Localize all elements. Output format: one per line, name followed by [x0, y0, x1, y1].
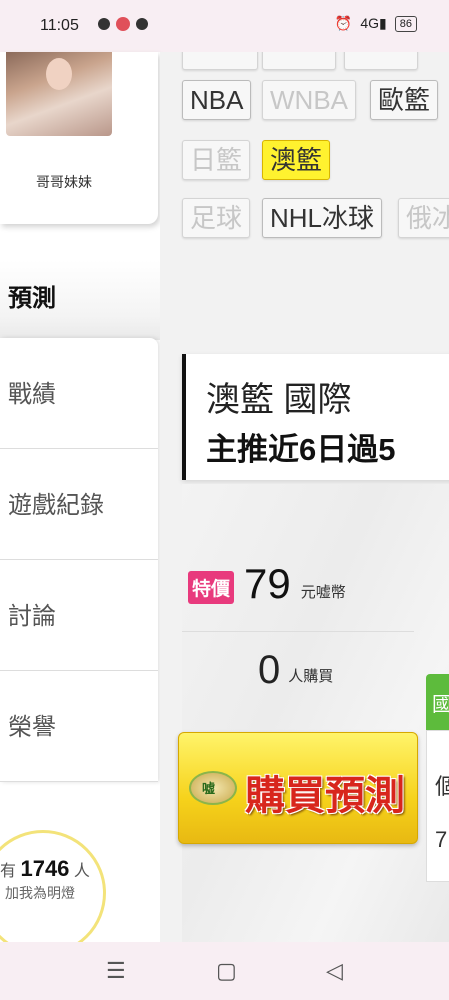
price-value: 79: [244, 560, 291, 607]
system-nav-bar: ☰ ▢ ◁: [0, 942, 449, 1000]
coin-icon: 嘘: [189, 771, 237, 805]
sidebar-item-honors[interactable]: 榮譽: [0, 671, 158, 782]
category-chip-japan-basketball[interactable]: 日籃: [182, 140, 251, 180]
divider: [182, 631, 414, 632]
sidebar-item-label: 遊戲紀錄: [8, 492, 104, 519]
category-chip-hidden[interactable]: [344, 52, 418, 70]
notification-badge-icon: [116, 17, 130, 31]
system-icons: ⏰ 4G▮ 86: [335, 15, 417, 32]
clock: 11:05: [40, 17, 79, 34]
special-price-badge: 特價: [188, 571, 235, 604]
buyer-count-unit: 人購買: [288, 668, 334, 685]
notification-icons: [98, 17, 148, 31]
sidebar-item-record[interactable]: 戰績: [0, 338, 158, 449]
category-chip-khl[interactable]: 俄冰: [398, 198, 449, 238]
status-bar: 11:05 ⏰ 4G▮ 86: [0, 0, 449, 52]
avatar[interactable]: [6, 52, 112, 136]
league-title: 澳籃 國際: [206, 381, 352, 419]
alarm-icon: ⏰: [334, 15, 353, 31]
sidebar-item-discussion[interactable]: 討論: [0, 560, 158, 671]
profile-card[interactable]: 哥哥妹妹: [0, 52, 158, 224]
category-chip-hidden[interactable]: [182, 52, 258, 70]
follower-count-line: 有 1746 人: [0, 856, 90, 881]
sidebar-item-label: 討論: [8, 603, 56, 630]
buyer-count: 0: [258, 648, 281, 692]
follower-count: 1746: [20, 856, 70, 881]
battery-icon: 86: [394, 15, 417, 32]
menu-icon[interactable]: ☰: [106, 958, 126, 984]
side-info-box: 個 7: [426, 730, 449, 882]
buyer-count-row: 0 人購買: [258, 650, 333, 690]
home-icon[interactable]: ▢: [216, 958, 237, 984]
tab-prediction[interactable]: 預測: [0, 260, 160, 340]
tab-prediction-label: 預測: [8, 285, 56, 312]
sidebar-item-game-history[interactable]: 遊戲紀錄: [0, 449, 158, 560]
price-row: 特價 79 元嘘幣: [188, 560, 346, 607]
sidebar-item-label: 榮譽: [8, 714, 56, 741]
category-chip-wnba[interactable]: WNBA: [262, 80, 356, 120]
category-chip-nba[interactable]: NBA: [182, 80, 252, 120]
prediction-headline: 主推近6日過5: [206, 432, 396, 467]
prediction-card[interactable]: 澳籃 國際 主推近6日過5: [182, 354, 449, 480]
side-tab[interactable]: 國: [426, 674, 449, 730]
category-chip-nhl[interactable]: NHL冰球: [262, 198, 383, 238]
category-chip-euro-basketball[interactable]: 歐籃: [370, 80, 439, 120]
buy-prediction-button[interactable]: 嘘 購買預測: [178, 732, 418, 844]
profile-name: 哥哥妹妹: [36, 174, 92, 190]
price-unit: 元嘘幣: [300, 584, 346, 601]
follower-caption: 加我為明燈: [5, 885, 75, 901]
signal-icon: 4G▮: [360, 15, 387, 31]
category-chip-australia-basketball[interactable]: 澳籃: [262, 140, 331, 180]
category-chip-hidden[interactable]: [262, 52, 336, 70]
buy-prediction-label: 購買預測: [245, 774, 405, 818]
sidebar-item-label: 戰績: [8, 381, 56, 408]
back-icon[interactable]: ◁: [326, 958, 343, 984]
offer-panel: [182, 484, 449, 942]
sidebar-menu: 戰績 遊戲紀錄 討論 榮譽: [0, 338, 158, 782]
sidebar: 哥哥妹妹 預測 戰績 遊戲紀錄 討論 榮譽 有 1746 人 加我為明燈: [0, 52, 160, 956]
follower-badge[interactable]: 有 1746 人 加我為明燈: [0, 820, 158, 956]
category-chip-soccer[interactable]: 足球: [182, 198, 251, 238]
chat-icon: [98, 18, 110, 30]
line-app-icon: [136, 18, 148, 30]
